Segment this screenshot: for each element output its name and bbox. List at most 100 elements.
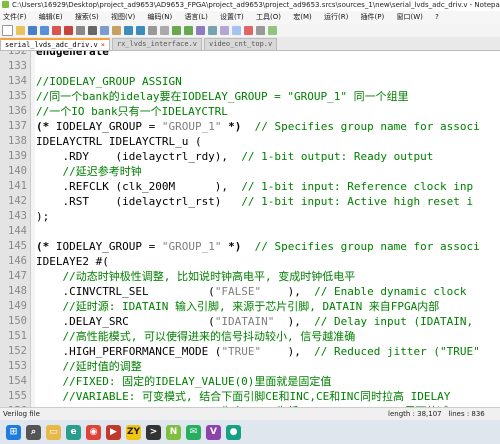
file-explorer-icon[interactable]: ▭	[46, 424, 61, 440]
code-text: .DELAY_SRC ("IDATAIN" ), // Delay input …	[36, 315, 474, 328]
save-all-icon[interactable]	[40, 26, 49, 35]
menu-settings[interactable]: 设置(T)	[220, 13, 244, 21]
search-icon[interactable]: ⌕	[26, 424, 41, 440]
code-text: //延迟参考时钟	[36, 165, 142, 178]
code-line[interactable]: 145 (* IODELAY_GROUP = "GROUP_1" *) // Sp…	[0, 239, 500, 254]
code-line[interactable]: 147 //动态时钟极性调整, 比如说时钟高电平, 变成时钟低电平	[0, 269, 500, 284]
code-line[interactable]: 142 .RST (idelayctrl_rst) // 1-bit input…	[0, 194, 500, 209]
code-text: .HIGH_PERFORMANCE_MODE ("TRUE" ), // Red…	[36, 345, 480, 358]
menu-window[interactable]: 窗口(W)	[396, 13, 422, 21]
close-tab-icon[interactable]: ×	[101, 41, 105, 49]
macro-record-icon[interactable]	[244, 26, 253, 35]
paste-icon[interactable]	[112, 26, 121, 35]
line-number: 140	[8, 165, 27, 177]
find-icon[interactable]	[148, 26, 157, 35]
indent-guide-icon[interactable]	[232, 26, 241, 35]
open-file-icon[interactable]	[16, 26, 25, 35]
zoom-out-icon[interactable]	[184, 26, 193, 35]
menu-search[interactable]: 搜索(S)	[75, 13, 99, 21]
line-number: 143	[8, 210, 27, 222]
line-number: 147	[8, 270, 27, 282]
chrome-icon[interactable]: ◉	[86, 424, 101, 440]
close-all-icon[interactable]	[64, 26, 73, 35]
code-line[interactable]: 153 //延时值的调整	[0, 359, 500, 374]
replace-icon[interactable]	[160, 26, 169, 35]
code-line[interactable]: 152 .HIGH_PERFORMANCE_MODE ("TRUE" ), //…	[0, 344, 500, 359]
menu-encoding[interactable]: 编码(N)	[148, 13, 173, 21]
tab-serial-lvds-adc-driv[interactable]: serial_lvds_adc_driv.v ×	[0, 38, 110, 50]
code-line[interactable]: 143);	[0, 209, 500, 224]
code-line[interactable]: 149 //延时源: IDATAIN 输入引脚, 来源于芯片引脚, DATAIN…	[0, 299, 500, 314]
show-all-chars-icon[interactable]	[220, 26, 229, 35]
notepadpp-taskbar-icon[interactable]: N	[166, 424, 181, 440]
redo-icon[interactable]	[136, 26, 145, 35]
tab-rx-lvds-interface[interactable]: rx_lvds_interface.v	[111, 38, 203, 50]
copy-icon[interactable]	[100, 26, 109, 35]
print-icon[interactable]	[76, 26, 85, 35]
line-number: 153	[8, 360, 27, 372]
menu-language[interactable]: 语言(L)	[184, 13, 207, 21]
line-number: 144	[8, 225, 27, 237]
line-number: 134	[8, 75, 27, 87]
code-line[interactable]: 135 //同一个bank的idelay要在IODELAY_GROUP = "GR…	[0, 89, 500, 104]
zoom-in-icon[interactable]	[172, 26, 181, 35]
close-file-icon[interactable]	[52, 26, 61, 35]
sync-scroll-icon[interactable]	[196, 26, 205, 35]
code-line[interactable]: 141 .REFCLK (clk_200M ), // 1-bit input:…	[0, 179, 500, 194]
undo-icon[interactable]	[124, 26, 133, 35]
app-icon[interactable]: ●	[226, 424, 241, 440]
wechat-icon[interactable]: ✉	[186, 424, 201, 440]
status-bar: Verilog file length : 38,107 lines : 836	[0, 407, 500, 420]
code-editor[interactable]: 132 endgenerate 133 134 //IODELAY_GROUP ASSI…	[0, 51, 500, 407]
word-wrap-icon[interactable]	[208, 26, 217, 35]
code-text: .CINVCTRL_SEL ("FALSE" ), // Enable dyna…	[36, 285, 467, 298]
menu-edit[interactable]: 编辑(E)	[39, 13, 63, 21]
menu-file[interactable]: 文件(F)	[3, 13, 27, 21]
code-line[interactable]: 134 //IODELAY_GROUP ASSIGN	[0, 74, 500, 89]
menu-plugins[interactable]: 插件(P)	[361, 13, 385, 21]
save-icon[interactable]	[28, 26, 37, 35]
toolbar	[0, 24, 500, 37]
cut-icon[interactable]	[88, 26, 97, 35]
line-number: 142	[8, 195, 27, 207]
code-line[interactable]: 136 //一个IO bank只有一个IDELAYCTRL	[0, 104, 500, 119]
code-line[interactable]: 133	[0, 59, 500, 74]
status-length: length : 38,107	[388, 410, 442, 418]
code-text: //延时源: IDATAIN 输入引脚, 来源于芯片引脚, DATAIN 来自F…	[36, 300, 440, 313]
line-number: 148	[8, 285, 27, 297]
new-file-icon[interactable]	[2, 25, 13, 36]
code-line[interactable]: 146 IDELAYE2 #(	[0, 254, 500, 269]
code-line[interactable]: 132 endgenerate	[0, 51, 500, 59]
code-text: //动态时钟极性调整, 比如说时钟高电平, 变成时钟低电平	[36, 270, 356, 283]
macro-play-icon[interactable]	[268, 26, 277, 35]
menu-help[interactable]: ?	[435, 13, 439, 21]
code-line[interactable]: 151 //高性能模式, 可以使得进来的信号抖动较小, 信号越准确	[0, 329, 500, 344]
edge-browser-icon[interactable]: e	[66, 424, 81, 440]
macro-stop-icon[interactable]	[256, 26, 265, 35]
line-number: 137	[8, 120, 27, 132]
code-line[interactable]: 137 (* IODELAY_GROUP = "GROUP_1" *) // Sp…	[0, 119, 500, 134]
code-line[interactable]: 155 //VARIABLE: 可变模式, 结合下面引脚CE和INC,CE和IN…	[0, 389, 500, 404]
code-line[interactable]: 139 .RDY (idelayctrl_rdy), // 1-bit outp…	[0, 149, 500, 164]
code-line[interactable]: 148 .CINVCTRL_SEL ("FALSE" ), // Enable …	[0, 284, 500, 299]
menu-tools[interactable]: 工具(O)	[256, 13, 281, 21]
tab-video-cnt-top[interactable]: video_cnt_top.v	[204, 38, 278, 50]
menu-macro[interactable]: 宏(M)	[293, 13, 312, 21]
vivado-icon[interactable]: V	[206, 424, 221, 440]
menu-run[interactable]: 运行(R)	[324, 13, 348, 21]
line-number: 155	[8, 390, 27, 402]
code-line[interactable]: 138 IDELAYCTRL IDELAYCTRL_u (	[0, 134, 500, 149]
line-number: 133	[8, 60, 27, 72]
code-line[interactable]: 150 .DELAY_SRC ("IDATAIN" ), // Delay in…	[0, 314, 500, 329]
menu-view[interactable]: 视图(V)	[111, 13, 135, 21]
windows-taskbar: ⊞ ⌕ ▭ e ◉ ▶ ZY > N ✉ V ●	[0, 420, 500, 444]
status-lines: lines : 836	[448, 410, 485, 418]
code-line[interactable]: 154 //FIXED: 固定的IDELAY_VALUE(0)里面就是固定值	[0, 374, 500, 389]
code-line[interactable]: 144	[0, 224, 500, 239]
zy-app-icon[interactable]: ZY	[126, 424, 141, 440]
tab-label: serial_lvds_adc_driv.v	[5, 41, 98, 49]
terminal-icon[interactable]: >	[146, 424, 161, 440]
media-app-icon[interactable]: ▶	[106, 424, 121, 440]
code-line[interactable]: 140 //延迟参考时钟	[0, 164, 500, 179]
windows-start-icon[interactable]: ⊞	[6, 424, 21, 440]
